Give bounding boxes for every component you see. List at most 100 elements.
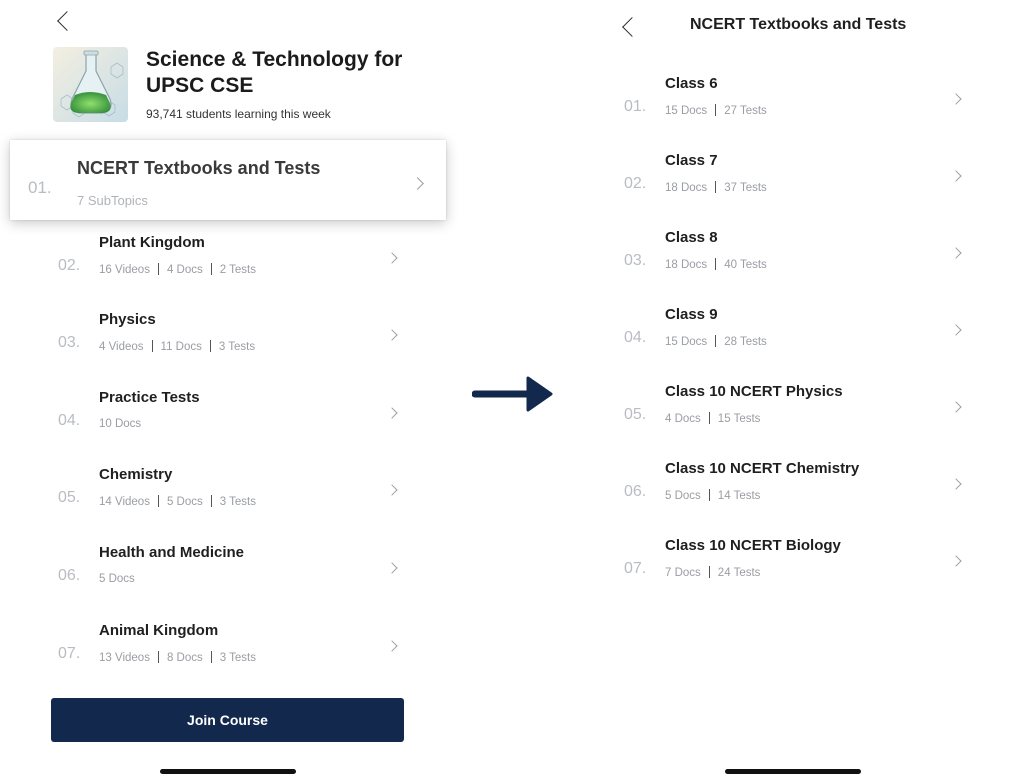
chevron-right-icon — [950, 247, 962, 259]
meta-tests: 14 Tests — [717, 490, 761, 502]
topic-meta: 7 SubTopics — [77, 193, 148, 208]
meta-separator — [708, 489, 710, 501]
meta-tests: 3 Tests — [218, 341, 256, 353]
meta-separator — [715, 104, 717, 116]
meta-separator — [715, 181, 717, 193]
meta-separator — [151, 340, 153, 352]
subtopic-meta: 18 Docs 40 Tests — [665, 258, 767, 271]
topic-meta: 14 Videos 5 Docs 3 Tests — [99, 495, 256, 508]
subtopic-number: 02. — [624, 175, 647, 192]
topic-number: 01. — [28, 178, 52, 197]
chevron-right-icon — [950, 170, 962, 182]
topic-card-ncert-highlighted[interactable]: 01. NCERT Textbooks and Tests 7 SubTopic… — [10, 140, 446, 220]
meta-videos: 14 Videos — [99, 496, 150, 508]
back-chevron-icon[interactable] — [57, 11, 77, 31]
meta-docs: 15 Docs — [665, 336, 708, 348]
meta-docs: 5 Docs — [99, 573, 135, 585]
chevron-right-icon — [386, 407, 398, 419]
topic-number: 05. — [58, 489, 81, 506]
subtopic-title: Class 10 NCERT Chemistry — [665, 460, 860, 477]
course-screen: Science & Technology for UPSC CSE 93,741… — [0, 0, 455, 781]
topic-title: Chemistry — [99, 466, 173, 483]
home-indicator[interactable] — [725, 769, 861, 774]
course-title: Science & Technology for UPSC CSE — [146, 48, 403, 97]
topic-number: 02. — [58, 257, 81, 274]
meta-docs: 18 Docs — [665, 182, 708, 194]
subtopic-number: 06. — [624, 483, 647, 500]
chevron-right-icon — [950, 555, 962, 567]
join-course-button[interactable]: Join Course — [51, 698, 404, 742]
subtopic-title: Class 9 — [665, 306, 718, 323]
meta-separator — [157, 495, 159, 507]
arrow-right-icon — [472, 376, 553, 412]
meta-docs: 4 Docs — [166, 264, 203, 276]
meta-docs: 5 Docs — [665, 490, 701, 502]
subtopic-meta: 15 Docs 28 Tests — [665, 335, 767, 348]
meta-docs: 4 Docs — [665, 413, 701, 425]
meta-tests: 27 Tests — [724, 105, 767, 117]
meta-docs: 7 Docs — [665, 567, 701, 579]
subtopic-title: Class 8 — [665, 229, 718, 246]
meta-separator — [157, 263, 159, 275]
chevron-right-icon — [386, 640, 398, 652]
meta-tests: 37 Tests — [724, 182, 767, 194]
subtopic-number: 07. — [624, 560, 647, 577]
home-indicator[interactable] — [160, 769, 296, 774]
subtopic-meta: 7 Docs 24 Tests — [665, 566, 760, 579]
topic-title: Health and Medicine — [99, 544, 245, 561]
meta-separator — [715, 335, 717, 347]
meta-separator — [708, 412, 710, 424]
topic-title: Practice Tests — [99, 389, 200, 406]
subtopic-title: Class 6 — [665, 75, 718, 92]
meta-docs: 11 Docs — [160, 341, 202, 353]
meta-tests: 28 Tests — [724, 336, 767, 348]
meta-separator — [157, 651, 159, 663]
chevron-right-icon — [386, 252, 398, 264]
subtopic-number: 05. — [624, 406, 647, 423]
topic-title: Plant Kingdom — [99, 234, 205, 251]
chevron-right-icon — [386, 562, 398, 574]
meta-separator — [209, 340, 211, 352]
chevron-right-icon — [950, 401, 962, 413]
students-count: 93,741 students learning this week — [146, 107, 331, 121]
subtopic-title: Class 7 — [665, 152, 718, 169]
course-thumbnail — [53, 47, 128, 122]
subtopic-meta: 4 Docs 15 Tests — [665, 412, 760, 425]
subtopic-meta: 18 Docs 37 Tests — [665, 181, 767, 194]
meta-tests: 24 Tests — [717, 567, 761, 579]
subtopic-number: 01. — [624, 98, 647, 115]
chevron-right-icon — [386, 329, 398, 341]
subtopic-meta: 15 Docs 27 Tests — [665, 104, 767, 117]
chevron-right-icon — [411, 177, 424, 190]
meta-videos: 16 Videos — [99, 264, 150, 276]
flask-image — [53, 47, 128, 122]
topic-meta: 16 Videos 4 Docs 2 Tests — [99, 263, 256, 276]
meta-tests: 2 Tests — [219, 264, 256, 276]
page-title: NCERT Textbooks and Tests — [690, 16, 907, 33]
meta-separator — [708, 566, 710, 578]
topic-meta: 5 Docs — [99, 573, 135, 585]
subtopic-title: Class 10 NCERT Physics — [665, 383, 843, 400]
meta-tests: 3 Tests — [219, 652, 256, 664]
meta-docs: 8 Docs — [166, 652, 203, 664]
topic-number: 03. — [58, 334, 81, 351]
topic-title: Animal Kingdom — [99, 622, 219, 639]
topic-number: 07. — [58, 645, 81, 662]
topic-title: NCERT Textbooks and Tests — [77, 158, 321, 178]
topic-meta: 4 Videos 11 Docs 3 Tests — [99, 340, 255, 353]
chevron-right-icon — [950, 93, 962, 105]
meta-tests: 15 Tests — [717, 413, 761, 425]
meta-docs: 18 Docs — [665, 259, 708, 271]
meta-videos: 4 Videos — [99, 341, 144, 353]
chevron-right-icon — [950, 324, 962, 336]
meta-separator — [210, 651, 212, 663]
subtopic-title: Class 10 NCERT Biology — [665, 537, 841, 554]
meta-tests: 3 Tests — [219, 496, 256, 508]
meta-separator — [210, 495, 212, 507]
topic-meta: 13 Videos 8 Docs 3 Tests — [99, 651, 256, 664]
topic-title: Physics — [99, 311, 156, 328]
meta-separator — [715, 258, 717, 270]
subtopics-screen: NCERT Textbooks and Tests 01. Class 6 15… — [596, 0, 1024, 781]
back-chevron-icon[interactable] — [622, 17, 642, 37]
meta-docs: 15 Docs — [665, 105, 708, 117]
